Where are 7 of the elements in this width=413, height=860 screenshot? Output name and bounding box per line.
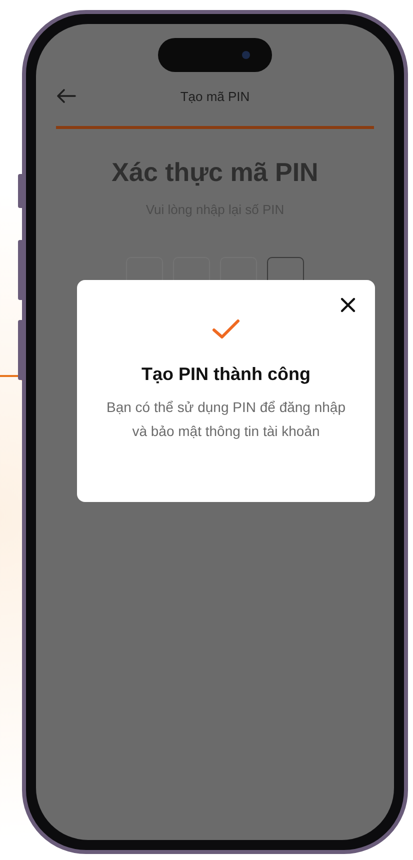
checkmark-icon bbox=[211, 318, 241, 340]
dialog-message: Bạn có thể sử dụng PIN để đăng nhập và bảo mật thông tin tài khoản bbox=[106, 398, 346, 441]
page-heading: Xác thực mã PIN bbox=[112, 157, 318, 188]
dialog-title: Tạo PIN thành công bbox=[142, 364, 310, 385]
back-arrow-icon[interactable] bbox=[56, 88, 76, 104]
header-title: Tạo mã PIN bbox=[179, 88, 251, 104]
close-icon[interactable] bbox=[339, 296, 357, 314]
